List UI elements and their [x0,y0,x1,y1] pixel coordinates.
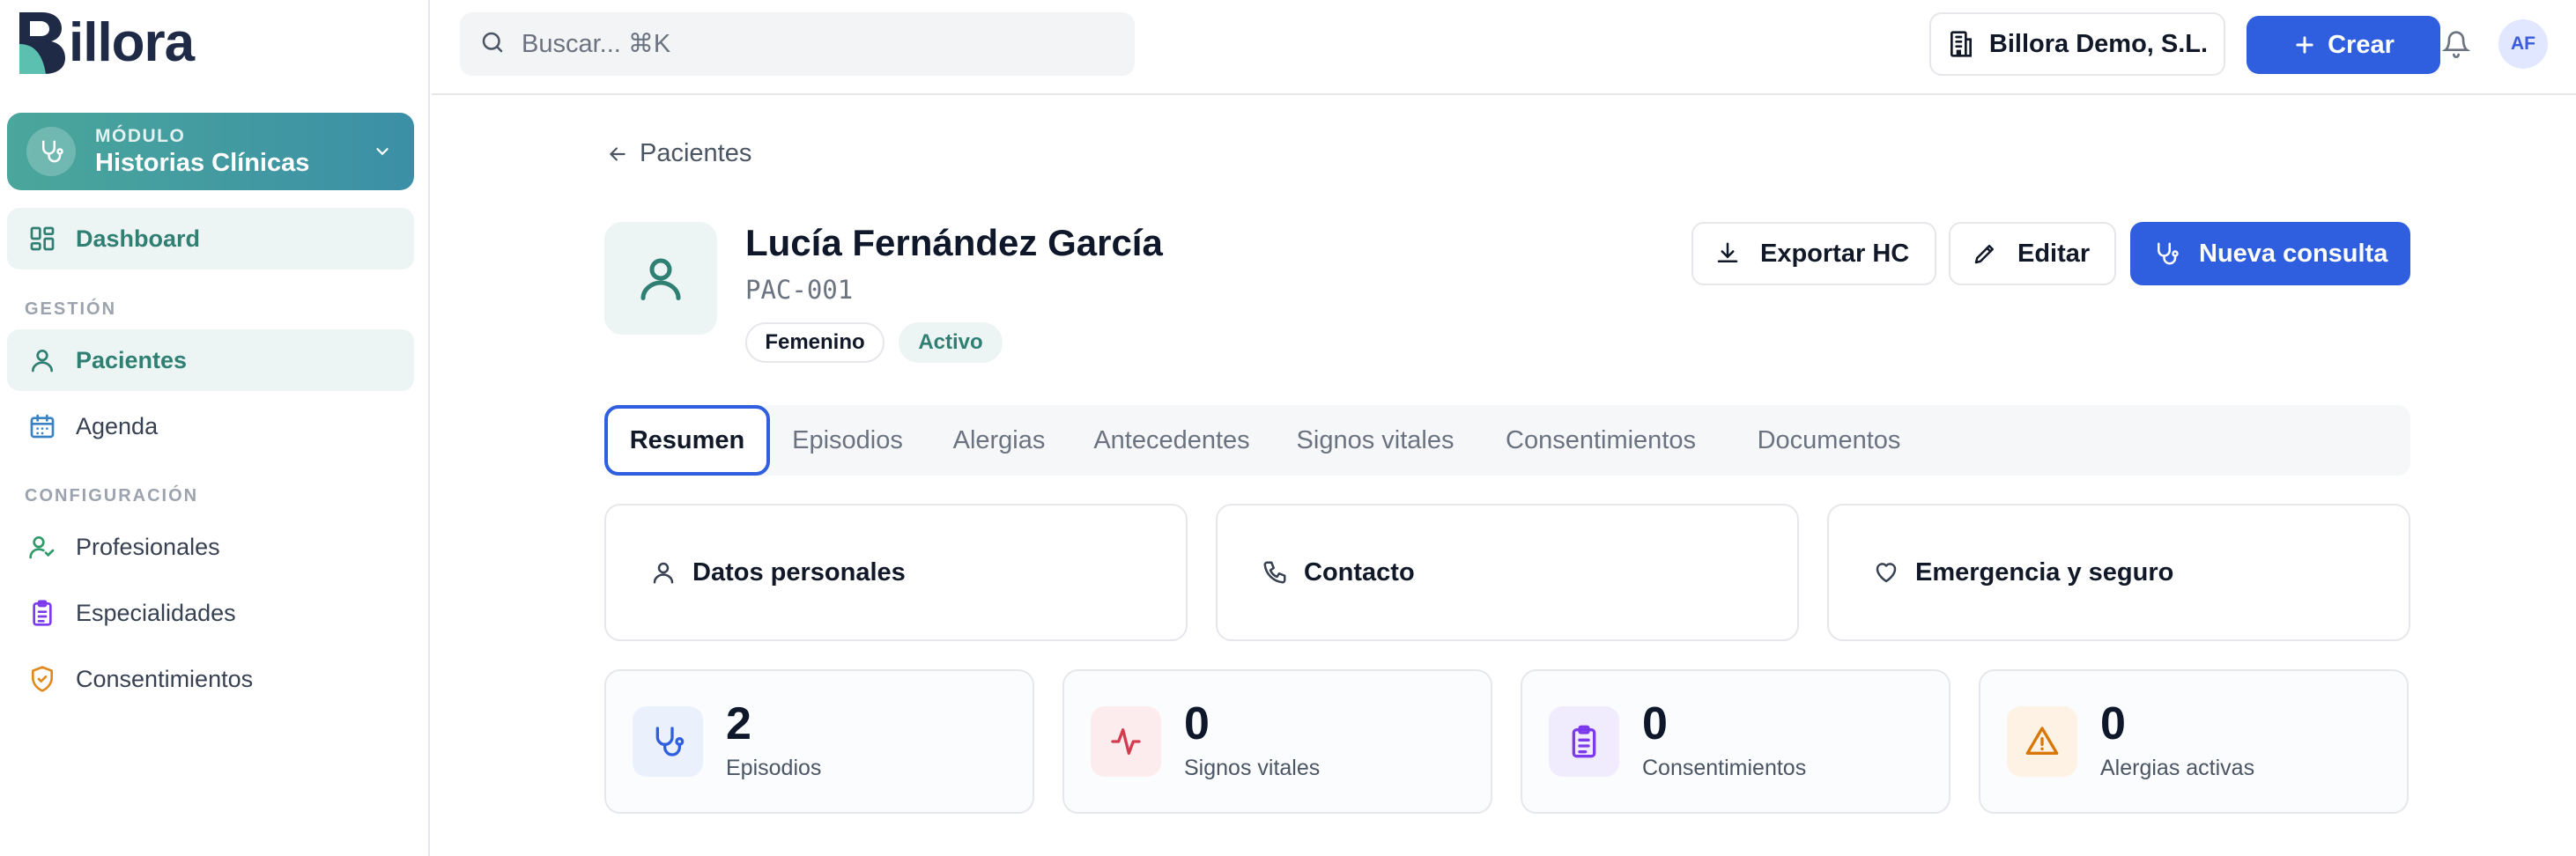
chevron-down-icon [370,139,395,164]
stat-consentimientos[interactable]: 0 Consentimientos [1521,669,1951,814]
search-bar[interactable] [460,12,1135,76]
layout-grid-icon [26,223,58,255]
stethoscope-icon [26,127,76,176]
stat-label: Consentimientos [1642,756,1807,780]
back-to-patients-link[interactable]: Pacientes [606,139,751,168]
card-title: Emergencia y seguro [1915,557,2174,587]
billora-logo[interactable]: illora [16,7,195,77]
tab-antecedentes[interactable]: Antecedentes [1078,405,1265,476]
module-switcher[interactable]: MÓDULO Historias Clínicas [7,113,414,190]
search-icon [479,29,506,60]
heart-icon [1873,559,1899,586]
stat-value: 0 [1642,698,1668,749]
tab-resumen[interactable]: Resumen [604,405,770,476]
new-consultation-button[interactable]: Nueva consulta [2130,222,2410,285]
tab-consentimientos[interactable]: Consentimientos [1485,405,1716,476]
sidebar-item-label: Dashboard [76,225,201,252]
create-label: Crear [2328,30,2395,59]
emergency-insurance-card[interactable]: Emergencia y seguro [1827,504,2410,641]
sidebar-item-pacientes[interactable]: Pacientes [7,329,414,391]
plus-icon [2292,33,2317,57]
card-title: Datos personales [692,557,906,587]
sidebar-item-label: Especialidades [76,599,236,626]
stat-alergias-activas[interactable]: 0 Alergias activas [1979,669,2409,814]
tab-episodios[interactable]: Episodios [777,405,918,476]
module-name: Historias Clínicas [95,148,310,177]
sidebar-item-especialidades[interactable]: Especialidades [7,582,414,644]
tab-signos-vitales[interactable]: Signos vitales [1283,405,1468,476]
download-icon [1714,240,1741,267]
module-kicker: MÓDULO [95,125,186,146]
create-button[interactable]: Crear [2247,16,2440,74]
patient-code: PAC-001 [745,275,854,305]
export-hc-button[interactable]: Exportar HC [1691,222,1936,285]
patient-name: Lucía Fernández García [745,222,1163,263]
stethoscope-icon [2153,240,2180,267]
sidebar-item-dashboard[interactable]: Dashboard [7,208,414,269]
user-icon [634,252,687,305]
personal-data-card[interactable]: Datos personales [604,504,1188,641]
stat-episodios[interactable]: 2 Episodios [604,669,1034,814]
tab-documentos[interactable]: Documentos [1734,405,1924,476]
stat-label: Alergias activas [2100,756,2255,780]
patient-tabs: Resumen Episodios Alergias Antecedentes … [604,405,2410,476]
user-icon [26,344,58,376]
logo-text: illora [69,11,195,73]
sidebar-item-label: Pacientes [76,346,188,373]
sidebar-item-profesionales[interactable]: Profesionales [7,516,414,578]
sidebar-item-label: Profesionales [76,533,220,560]
pencil-icon [1972,240,1998,267]
clipboard-icon [26,597,58,629]
sidebar-item-consentimientos[interactable]: Consentimientos [7,648,414,710]
company-selector-button[interactable]: Billora Demo, S.L. [1929,12,2225,76]
export-label: Exportar HC [1760,239,1910,268]
contact-card[interactable]: Contacto [1216,504,1799,641]
user-icon [650,559,677,586]
sidebar-item-label: Agenda [76,412,159,439]
shield-check-icon [26,663,58,695]
stat-signos-vitales[interactable]: 0 Signos vitales [1062,669,1492,814]
section-configuracion: CONFIGURACIÓN [25,486,199,505]
section-gestion: GESTIÓN [25,299,117,319]
arrow-left-icon [606,143,629,166]
building-icon [1947,30,1975,58]
sidebar-item-agenda[interactable]: Agenda [7,395,414,457]
phone-icon [1262,559,1288,586]
stat-value: 0 [2100,698,2126,749]
back-link-label: Pacientes [640,139,752,167]
sidebar-item-label: Consentimientos [76,665,254,692]
search-input[interactable] [522,29,1085,59]
user-check-icon [26,531,58,563]
activity-icon [1091,706,1161,777]
stat-label: Episodios [726,756,822,780]
gender-badge: Femenino [745,322,885,363]
stat-label: Signos vitales [1184,756,1321,780]
status-badge: Activo [899,322,1003,363]
logo-mark-icon [16,9,67,76]
user-avatar[interactable]: AF [2498,19,2548,69]
bell-icon[interactable] [2439,26,2474,62]
stat-value: 2 [726,698,751,749]
tab-alergias[interactable]: Alergias [937,405,1061,476]
calendar-icon [26,410,58,442]
card-title: Contacto [1304,557,1415,587]
clipboard-icon [1549,706,1619,777]
company-name: Billora Demo, S.L. [1988,29,2209,58]
stat-value: 0 [1184,698,1210,749]
sidebar: illora MÓDULO Historias Clínicas Dashboa… [0,0,430,856]
new-consult-label: Nueva consulta [2199,239,2388,268]
edit-button[interactable]: Editar [1949,222,2116,285]
alert-triangle-icon [2007,706,2077,777]
edit-label: Editar [2017,239,2091,268]
topbar: Billora Demo, S.L. Crear AF [432,0,2576,95]
patient-avatar [604,222,717,335]
stethoscope-icon [633,706,703,777]
